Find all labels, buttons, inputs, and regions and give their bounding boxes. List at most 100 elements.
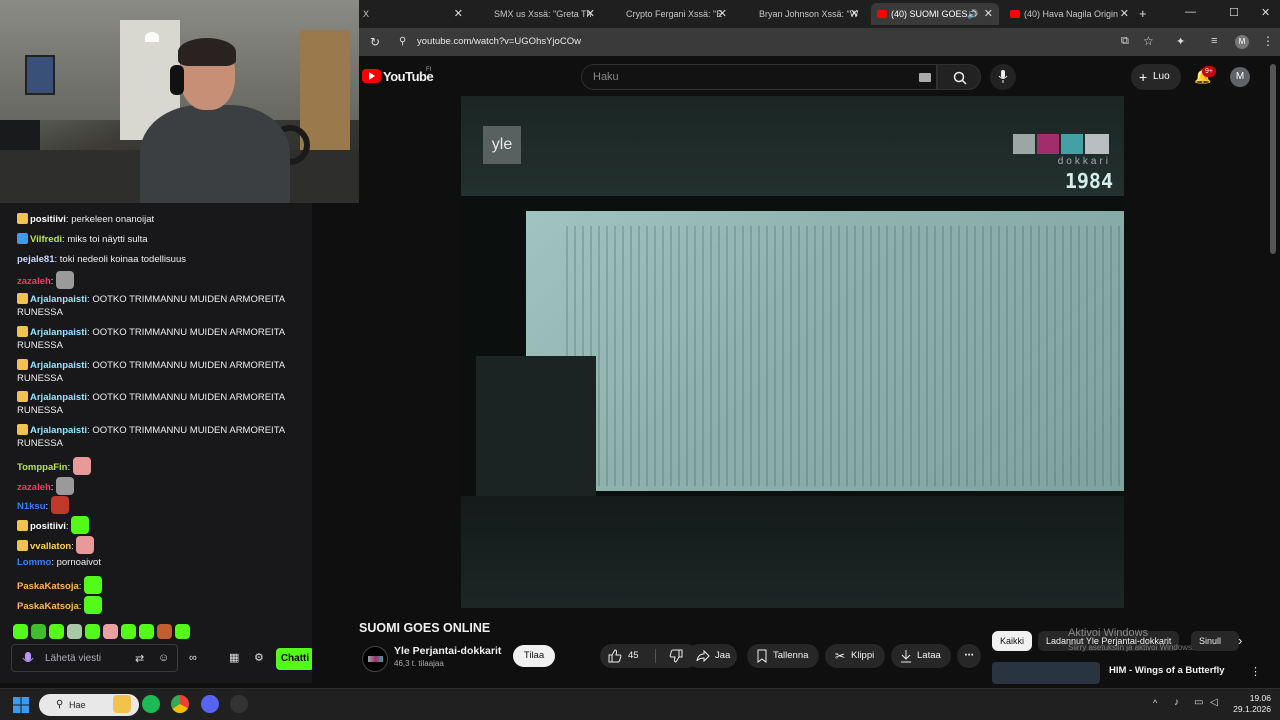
new-tab-icon[interactable]: + [1139, 6, 1147, 21]
browser-menu-icon[interactable]: ⋮ [1262, 34, 1274, 48]
share-button[interactable]: Jaa [687, 644, 737, 668]
close-icon[interactable]: ✕ [718, 3, 727, 25]
save-button[interactable]: Tallenna [747, 644, 819, 668]
chat-badge-icon [17, 540, 28, 551]
network-icon[interactable]: ▭ [1194, 697, 1203, 708]
chat-username[interactable]: PaskaKatsoja [17, 601, 79, 612]
emoji-icon[interactable]: ☺ [158, 652, 169, 664]
youtube-logo-icon[interactable] [362, 69, 381, 83]
chat-username[interactable]: Lommo [17, 557, 51, 568]
create-button[interactable]: + Luo [1131, 64, 1181, 90]
scrollbar[interactable] [1270, 64, 1276, 254]
chat-username[interactable]: Arjalanpaisti [30, 327, 87, 338]
account-avatar[interactable]: M [1230, 67, 1250, 87]
search-button[interactable] [937, 64, 981, 90]
recommendation-title[interactable]: HIM - Wings of a Butterfly [1109, 665, 1225, 676]
maximize-icon[interactable]: ☐ [1229, 6, 1239, 19]
chat-username[interactable]: Arjalanpaisti [30, 425, 87, 436]
minimize-icon[interactable]: — [1185, 6, 1196, 18]
close-icon[interactable]: ✕ [984, 3, 993, 25]
tab-title: Bryan Johnson Xssä: "W [759, 9, 859, 19]
profile-avatar[interactable]: M [1235, 35, 1249, 49]
close-icon[interactable]: ✕ [1120, 3, 1129, 25]
chat-username[interactable]: TomppaFin [17, 462, 67, 473]
chat-input[interactable]: Lähetä viesti ⇄ ☺ [11, 644, 178, 672]
chat-username[interactable]: zazaleh [17, 482, 51, 493]
reading-list-icon[interactable]: ≡ [1211, 35, 1217, 47]
tab-bryan-johnson[interactable]: Bryan Johnson Xssä: "W ✕ [741, 3, 865, 25]
chat-message: Arjalanpaisti: OOTKO TRIMMANNU MUIDEN AR… [17, 391, 302, 417]
chat-username[interactable]: positiivi [30, 214, 66, 225]
chat-username[interactable]: positiivi [30, 521, 66, 532]
chat-message: TomppaFin: [17, 457, 302, 475]
chat-username[interactable]: Arjalanpaisti [30, 392, 87, 403]
close-icon[interactable]: ✕ [586, 3, 595, 25]
translate-icon[interactable]: ⇄ [135, 652, 144, 665]
chip-for-you[interactable]: Sinull [1191, 631, 1239, 651]
tab-smx[interactable]: SMX us Xssä: "Greta Th ✕ [477, 3, 601, 25]
download-button[interactable]: Lataa [891, 644, 951, 668]
settings-icon[interactable]: ⚙ [254, 651, 264, 664]
tray-microphone-icon[interactable]: ♪ [1174, 697, 1179, 708]
bookmark-star-icon[interactable]: ☆ [1143, 34, 1154, 48]
file-explorer-icon[interactable] [113, 695, 131, 713]
system-clock[interactable]: 19.06 29.1.2026 [1227, 693, 1271, 715]
chat-message: Arjalanpaisti: OOTKO TRIMMANNU MUIDEN AR… [17, 424, 302, 450]
chat-username[interactable]: Arjalanpaisti [30, 360, 87, 371]
chat-emote-icon [56, 271, 75, 289]
volume-icon[interactable]: ◁ [1210, 697, 1218, 708]
chevron-right-icon[interactable]: › [1238, 633, 1242, 648]
emote-quick-bar[interactable] [13, 624, 190, 639]
obs-icon[interactable] [230, 695, 248, 713]
cast-icon[interactable]: ⧉ [1121, 35, 1129, 48]
chevron-up-icon[interactable]: ^ [1153, 698, 1157, 708]
extensions-icon[interactable]: ✦ [1176, 35, 1185, 48]
chrome-icon[interactable] [171, 695, 189, 713]
video-player[interactable]: yle dokkari 1984 [461, 96, 1124, 608]
chat-username[interactable]: zazaleh [17, 276, 51, 287]
tab-x[interactable]: X ✕ [361, 3, 469, 25]
clip-button[interactable]: ✂ Klippi [825, 644, 885, 668]
reload-icon[interactable]: ↻ [370, 35, 380, 49]
keyboard-icon[interactable] [919, 73, 931, 82]
windows-start-icon[interactable] [13, 697, 29, 713]
points-icon[interactable]: ∞ [189, 652, 197, 664]
youtube-favicon-icon [1010, 10, 1020, 18]
chip-all[interactable]: Kaikki [992, 631, 1033, 651]
spotify-icon[interactable] [142, 695, 160, 713]
url-field[interactable]: youtube.com/watch?v=UGOhsYjoCOw [417, 36, 581, 47]
tab-suomi-goes-online[interactable]: (40) SUOMI GOES O 🔊 ✕ [871, 3, 999, 25]
like-button[interactable]: 45 [600, 644, 654, 668]
chat-username[interactable]: Arjalanpaisti [30, 294, 87, 305]
close-window-icon[interactable]: ✕ [1261, 6, 1270, 19]
chat-username[interactable]: pejale81 [17, 254, 55, 265]
chat-send-button[interactable]: Chatti [276, 648, 312, 670]
chat-username[interactable]: vvallaton [30, 541, 71, 552]
chat-message: zazaleh: [17, 271, 302, 289]
channel-avatar[interactable] [362, 646, 388, 672]
more-actions-button[interactable]: ⋯ [957, 644, 981, 668]
site-settings-icon[interactable]: ⚲ [399, 36, 406, 47]
close-icon[interactable]: ✕ [454, 3, 463, 25]
speaker-icon[interactable]: 🔊 [967, 3, 978, 25]
voice-search-button[interactable] [990, 64, 1016, 90]
search-input[interactable]: Haku [581, 64, 937, 90]
notification-badge: 9+ [1202, 66, 1216, 77]
chat-message: vvallaton: [17, 536, 302, 554]
store-icon[interactable]: ▦ [229, 651, 239, 664]
tab-hava-nagila[interactable]: (40) Hava Nagila Origin ✕ [1005, 3, 1135, 25]
chat-message: Arjalanpaisti: OOTKO TRIMMANNU MUIDEN AR… [17, 326, 302, 352]
recommendation-thumbnail[interactable] [992, 662, 1100, 684]
chat-username[interactable]: Vilfredi [30, 234, 62, 245]
clip-label: Klippi [851, 650, 875, 661]
chat-username[interactable]: PaskaKatsoja [17, 581, 79, 592]
video-title: SUOMI GOES ONLINE [359, 621, 491, 635]
recommendation-menu-icon[interactable]: ⋮ [1250, 665, 1261, 678]
chat-input-placeholder: Lähetä viesti [45, 653, 102, 664]
discord-icon[interactable] [201, 695, 219, 713]
close-icon[interactable]: ✕ [850, 3, 859, 25]
tab-crypto-fergani[interactable]: Crypto Fergani Xssä: "E ✕ [609, 3, 733, 25]
chat-username[interactable]: N1ksu [17, 501, 46, 512]
subscribe-button[interactable]: Tilaa [513, 645, 555, 667]
channel-name[interactable]: Yle Perjantai-dokkarit [394, 645, 501, 657]
